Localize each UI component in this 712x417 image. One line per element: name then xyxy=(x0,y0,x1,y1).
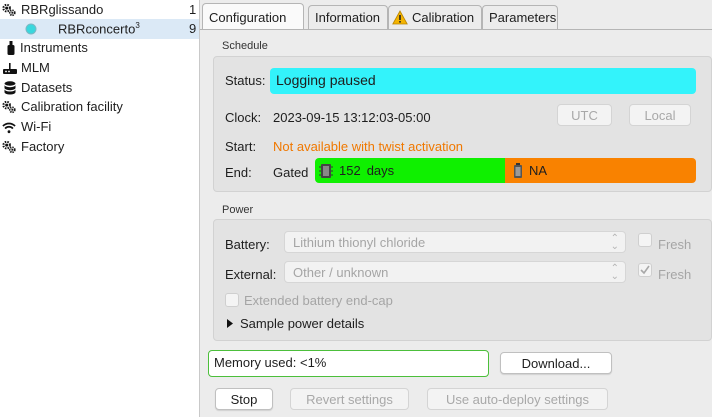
wifi-icon xyxy=(2,120,16,134)
updown-chevron-icon: ⌃ ⌄ xyxy=(610,263,619,282)
tab-label: Information xyxy=(315,10,381,25)
external-power-select[interactable]: Other / unknown ⌃ ⌄ xyxy=(284,261,626,283)
tree-item-label: Calibration facility xyxy=(21,99,123,114)
tree-item-mlm[interactable]: MLM xyxy=(0,58,199,78)
battery-label: Battery: xyxy=(225,237,270,252)
gears-icon xyxy=(2,100,16,114)
device-dot-icon xyxy=(24,22,38,36)
tree-item-instruments[interactable]: Instruments xyxy=(0,38,199,58)
tree-item-wifi[interactable]: Wi-Fi xyxy=(0,117,199,137)
battery-fresh-checkbox[interactable] xyxy=(638,233,652,247)
end-label: End: xyxy=(225,165,252,180)
battery-bar-value: NA xyxy=(529,163,548,178)
tab-configuration[interactable]: Configuration xyxy=(202,3,304,30)
battery-fresh-label: Fresh xyxy=(658,237,692,252)
tab-label: Parameters xyxy=(489,10,557,25)
external-label: External: xyxy=(225,267,277,282)
tab-parameters[interactable]: Parameters xyxy=(482,5,558,29)
memory-chip-icon xyxy=(319,163,333,179)
external-power-value: Other / unknown xyxy=(293,264,389,280)
sample-power-details-disclosure[interactable]: Sample power details xyxy=(226,316,364,331)
battery-type-select[interactable]: Lithium thionyl chloride ⌃ ⌄ xyxy=(284,231,626,253)
database-icon xyxy=(3,81,17,95)
extended-endcap-label: Extended battery end-cap xyxy=(244,293,393,308)
deployment-duration-bar: 152 days xyxy=(315,158,505,183)
checkmark-icon xyxy=(640,265,650,275)
tree-item-label: Factory xyxy=(21,139,65,154)
tree-item-label: RBRconcerto3 xyxy=(58,21,140,36)
gears-icon xyxy=(2,140,16,154)
external-fresh-checkbox[interactable] xyxy=(638,263,652,277)
tree-item-label: MLM xyxy=(21,60,50,75)
start-value: Not available with twist activation xyxy=(273,139,464,154)
tree-item-calibration-facility[interactable]: Calibration facility xyxy=(0,97,199,117)
schedule-group-title: Schedule xyxy=(222,40,268,52)
local-button[interactable]: Local xyxy=(629,104,691,126)
external-fresh-label: Fresh xyxy=(658,267,692,282)
tab-calibration[interactable]: Calibration xyxy=(388,5,482,29)
instrument-icon xyxy=(4,41,18,55)
battery-type-value: Lithium thionyl chloride xyxy=(293,234,426,250)
memory-used-field: Memory used: <1% xyxy=(208,350,489,377)
sample-power-details-label: Sample power details xyxy=(240,316,365,331)
tree-item-label: Datasets xyxy=(21,80,73,95)
days-unit: days xyxy=(366,163,395,178)
tree-item-rbrconcerto[interactable]: RBRconcerto3 9 xyxy=(0,19,199,39)
clock-value: 2023-09-15 13:12:03-05:00 xyxy=(273,110,431,125)
device-name: RBRconcerto xyxy=(58,21,136,37)
end-value: Gated xyxy=(273,165,309,180)
tab-label: Configuration xyxy=(209,9,287,25)
warning-icon xyxy=(392,10,408,25)
days-value: 152 xyxy=(339,163,361,178)
status-field: Logging paused xyxy=(270,68,696,94)
tree-item-label: Wi-Fi xyxy=(21,119,52,134)
battery-icon xyxy=(513,163,523,178)
tree-item-label: Instruments xyxy=(20,40,88,55)
device-superscript: 3 xyxy=(135,21,140,30)
stop-button[interactable]: Stop xyxy=(215,388,273,410)
tree-item-count: 9 xyxy=(189,21,197,36)
tab-label: Calibration xyxy=(412,10,475,25)
updown-chevron-icon: ⌃ ⌄ xyxy=(610,233,619,252)
clock-label: Clock: xyxy=(225,110,262,125)
auto-deploy-settings-button[interactable]: Use auto-deploy settings xyxy=(427,388,608,410)
battery-duration-bar: NA xyxy=(505,158,696,183)
power-group-title: Power xyxy=(222,204,254,216)
router-icon xyxy=(3,61,17,75)
tree-item-count: 1 xyxy=(189,2,197,17)
tree-item-rbrglissando[interactable]: RBRglissando 1 xyxy=(0,0,199,20)
status-value: Logging paused xyxy=(276,72,376,88)
tree-item-label: RBRglissando xyxy=(21,2,104,17)
tab-information[interactable]: Information xyxy=(308,5,388,29)
device-tree-sidebar: RBRglissando 1 RBRconcerto3 9 Instrument… xyxy=(0,0,199,417)
status-label: Status: xyxy=(225,73,266,88)
download-button[interactable]: Download... xyxy=(500,352,612,374)
revert-settings-button[interactable]: Revert settings xyxy=(290,388,409,410)
disclosure-triangle-icon xyxy=(227,319,233,328)
tree-item-datasets[interactable]: Datasets xyxy=(0,78,199,98)
gears-icon xyxy=(2,3,16,17)
start-label: Start: xyxy=(225,139,257,154)
tree-item-factory[interactable]: Factory xyxy=(0,137,199,157)
memory-used-text: Memory used: <1% xyxy=(214,355,327,370)
extended-endcap-checkbox[interactable] xyxy=(225,293,239,307)
utc-button[interactable]: UTC xyxy=(557,104,612,126)
